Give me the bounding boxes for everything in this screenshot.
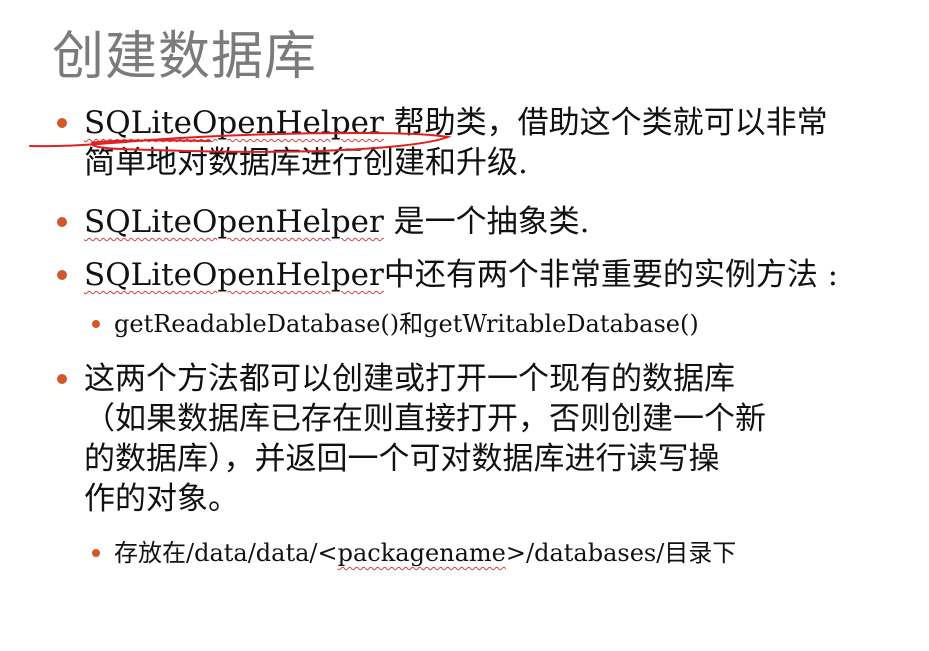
bullet-4-line-1: 这两个方法都可以创建或打开一个现有的数据库 (84, 361, 735, 397)
bullet-1-text: 帮助类，借助这个类就可以非常 (383, 105, 828, 141)
bullet-item-4: 这两个方法都可以创建或打开一个现有的数据库 （如果数据库已存在则直接打开，否则创… (57, 359, 766, 519)
sub-bullet-dot-icon (92, 549, 100, 557)
bullet-4-line-4: 作的对象。 (84, 481, 239, 517)
bullet-3-line-1: SQLiteOpenHelper中还有两个非常重要的实例方法 : (84, 255, 838, 295)
slide-title: 创建数据库 (52, 27, 318, 87)
bullet-3-text: 中还有两个非常重要的实例方法 : (383, 257, 839, 293)
bullet-2-text: 是一个抽象类. (383, 204, 590, 240)
method-writable: getWritableDatabase() (423, 310, 699, 338)
bullet-dot-icon (57, 118, 67, 128)
class-name-term: SQLiteOpenHelper (84, 257, 384, 293)
method-readable: getReadableDatabase() (114, 310, 400, 338)
bullet-4-line-3: 的数据库），并返回一个可对数据库进行读写操 (84, 441, 720, 477)
method-connector: 和 (399, 310, 424, 338)
path-suffix: >/databases/目录下 (505, 539, 737, 567)
class-name-term: SQLiteOpenHelper (84, 105, 384, 141)
bullet-2-line-1: SQLiteOpenHelper 是一个抽象类. (84, 202, 590, 242)
bullet-item-2: SQLiteOpenHelper 是一个抽象类. (57, 202, 590, 242)
path-prefix: 存放在/data/data/< (114, 539, 338, 567)
bullet-item-1: SQLiteOpenHelper 帮助类，借助这个类就可以非常 简单地对数据库进… (57, 103, 828, 183)
class-name-term: SQLiteOpenHelper (84, 204, 384, 240)
bullet-1-line-2: 简单地对数据库进行创建和升级. (84, 145, 528, 181)
bullet-1-line-1: SQLiteOpenHelper 帮助类，借助这个类就可以非常 (84, 103, 828, 143)
bullet-dot-icon (57, 374, 67, 384)
package-name-term: packagename (337, 539, 506, 567)
bullet-dot-icon (57, 217, 67, 227)
sub-bullet-dot-icon (92, 320, 100, 328)
bullet-4-line-2: （如果数据库已存在则直接打开，否则创建一个新 (84, 401, 766, 437)
bullet-dot-icon (57, 270, 67, 280)
bullet-item-3: SQLiteOpenHelper中还有两个非常重要的实例方法 : (57, 255, 838, 295)
sub-bullet-methods: getReadableDatabase()和getWritableDatabas… (92, 309, 699, 339)
sub-bullet-storage-path: 存放在/data/data/<packagename>/databases/目录… (92, 538, 737, 568)
